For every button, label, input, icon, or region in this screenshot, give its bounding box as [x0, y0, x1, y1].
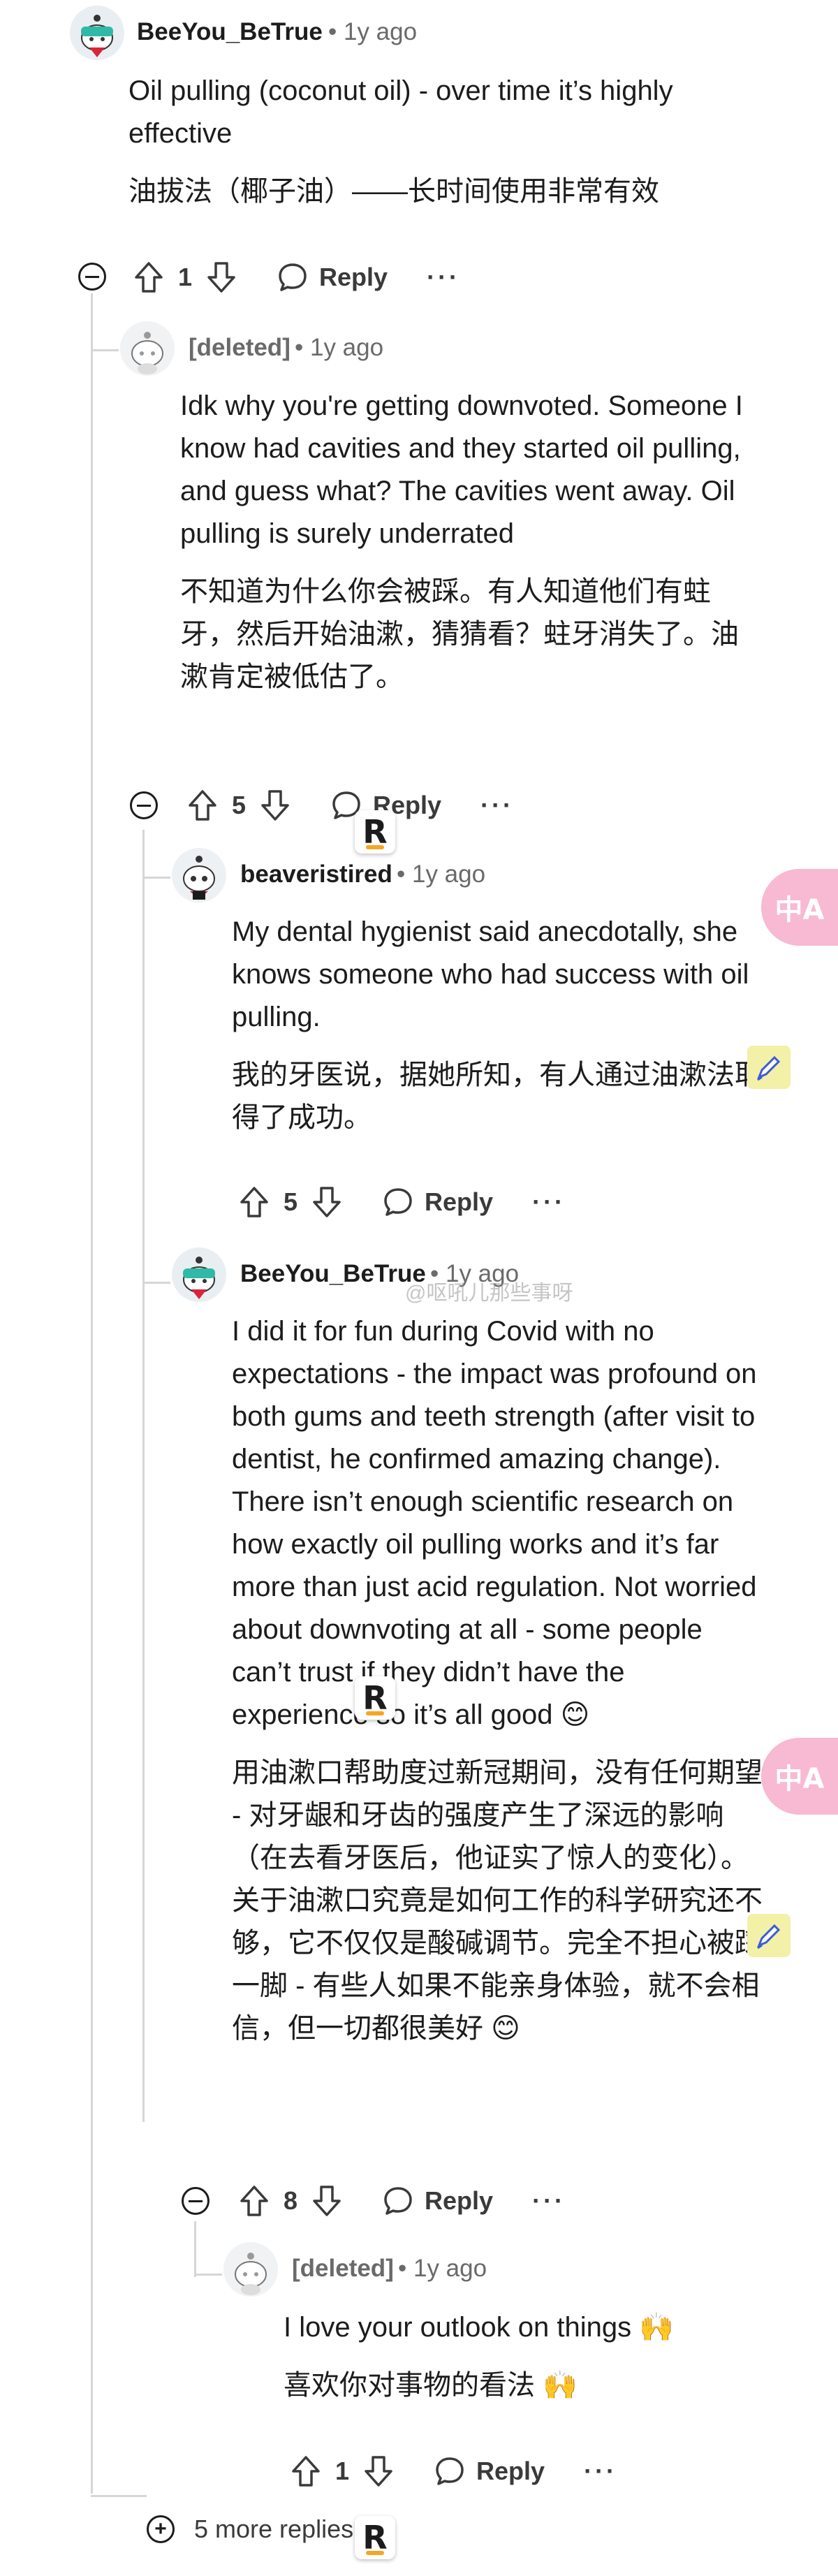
comment-body: Idk why you're getting downvoted. Someon…	[180, 385, 753, 714]
more-replies-button[interactable]: + 5 more replies	[147, 2515, 353, 2544]
overlay-r-badge[interactable]: R	[355, 2516, 395, 2559]
comment-text-en: I love your outlook on things 🙌	[284, 2312, 675, 2343]
downvote-icon[interactable]	[307, 2181, 346, 2220]
avatar[interactable]	[70, 6, 124, 60]
thread-connector	[142, 877, 170, 879]
vote-count: 8	[284, 2186, 298, 2215]
reply-button[interactable]: Reply	[378, 1183, 493, 1222]
thread-connector	[91, 349, 119, 351]
comment-text-en: Oil pulling (coconut oil) - over time it…	[128, 75, 673, 149]
comment-body: Oil pulling (coconut oil) - over time it…	[128, 70, 757, 228]
upvote-icon[interactable]	[183, 786, 222, 825]
username[interactable]: BeeYou_BeTrue	[240, 1260, 426, 1288]
avatar[interactable]	[172, 848, 226, 902]
more-options-button[interactable]: ···	[480, 791, 514, 820]
timestamp: • 1y ago	[398, 2255, 487, 2282]
expand-plus-icon: +	[147, 2515, 175, 2543]
comment-bubble-icon	[430, 2452, 469, 2491]
username: [deleted]	[189, 334, 291, 361]
vote-count: 5	[232, 791, 247, 819]
more-options-button[interactable]: ···	[427, 263, 460, 292]
vote-count: 5	[284, 1187, 298, 1216]
overlay-r-badge[interactable]: R	[355, 1676, 395, 1720]
thread-connector	[194, 2274, 222, 2276]
comment-actions: 8 Reply ···	[235, 2176, 566, 2225]
pen-fab[interactable]	[747, 1046, 791, 1089]
downvote-icon[interactable]	[202, 258, 241, 297]
collapse-minus-icon[interactable]	[182, 2187, 210, 2215]
reply-label: Reply	[425, 1187, 494, 1216]
timestamp: • 1y ago	[295, 334, 384, 361]
comment-text-en: My dental hygienist said anecdotally, sh…	[232, 916, 749, 1032]
comment-actions: 1 Reply ···	[129, 253, 460, 302]
username: [deleted]	[292, 2255, 394, 2282]
upvote-icon[interactable]	[235, 2181, 274, 2220]
comment-bubble-icon	[273, 258, 312, 297]
comment-text-en: I did it for fun during Covid with no ex…	[232, 1316, 757, 1730]
comment-body: My dental hygienist said anecdotally, sh…	[232, 911, 763, 1155]
vote-count: 1	[335, 2457, 350, 2485]
comment-text-en: Idk why you're getting downvoted. Someon…	[180, 390, 743, 549]
downvote-icon[interactable]	[256, 786, 295, 825]
translate-icon: 中A	[774, 1763, 825, 1795]
more-options-button[interactable]: ···	[532, 1187, 566, 1217]
thread-connector	[91, 2495, 147, 2497]
translate-fab[interactable]: 中A	[761, 869, 838, 946]
avatar[interactable]	[120, 321, 175, 376]
watermark: @呕吼儿那些事呀	[405, 1282, 573, 1305]
comment-actions: 1 Reply ···	[286, 2447, 617, 2496]
avatar[interactable]	[223, 2242, 278, 2297]
reply-label: Reply	[425, 2186, 494, 2215]
username[interactable]: BeeYou_BeTrue	[137, 18, 323, 46]
comment-body: I did it for fun during Covid with no ex…	[232, 1310, 764, 2065]
downvote-icon[interactable]	[359, 2452, 398, 2491]
comment-text-zh: 不知道为什么你会被踩。有人知道他们有蛀牙，然后开始油漱，猜猜看？蛀牙消失了。油漱…	[180, 576, 739, 692]
overlay-r-badge[interactable]: R	[355, 810, 395, 854]
reply-button[interactable]: Reply	[430, 2452, 545, 2491]
reply-button[interactable]: Reply	[273, 258, 388, 297]
avatar-snoo-icon	[70, 6, 124, 60]
comment-text-zh: 油拔法（椰子油）——长时间使用非常有效	[128, 176, 659, 207]
thread-line-level-2	[142, 830, 145, 2122]
timestamp: • 1y ago	[397, 861, 486, 888]
thread-connector	[142, 1282, 170, 1284]
pen-icon	[757, 1055, 781, 1081]
upvote-icon[interactable]	[286, 2452, 325, 2491]
avatar-snoo-icon	[223, 2242, 278, 2297]
comment-bubble-icon	[378, 1183, 418, 1222]
more-replies-label: 5 more replies	[194, 2515, 354, 2543]
username[interactable]: beaveristired	[240, 861, 392, 888]
avatar-snoo-icon	[120, 321, 175, 376]
vote-count: 1	[178, 263, 193, 291]
more-options-button[interactable]: ···	[532, 2186, 566, 2216]
upvote-icon[interactable]	[235, 1183, 274, 1222]
comment-actions: 5 Reply ···	[235, 1178, 566, 1227]
comment-bubble-icon	[378, 2181, 418, 2220]
collapse-minus-icon[interactable]	[130, 791, 158, 819]
pen-fab[interactable]	[747, 1914, 791, 1957]
avatar-snoo-icon	[172, 1247, 226, 1302]
translate-fab[interactable]: 中A	[761, 1738, 838, 1815]
comment-actions: 5 Reply ···	[183, 781, 514, 830]
thread-line-level-1	[91, 293, 93, 2494]
comment-text-zh: 用油漱口帮助度过新冠期间，没有任何期望 - 对牙龈和牙齿的强度产生了深远的影响（…	[232, 1757, 763, 2044]
reply-label: Reply	[476, 2457, 545, 2485]
pen-icon	[757, 1924, 781, 1949]
reply-button[interactable]: Reply	[378, 2181, 493, 2220]
timestamp: • 1y ago	[328, 18, 418, 45]
downvote-icon[interactable]	[307, 1183, 346, 1222]
avatar-snoo-icon	[172, 848, 226, 902]
comment-body: I love your outlook on things 🙌 喜欢你对事物的看…	[284, 2306, 758, 2422]
avatar[interactable]	[172, 1247, 226, 1302]
thread-line-level-3b	[194, 2221, 196, 2277]
collapse-minus-icon[interactable]	[78, 263, 106, 291]
comment-text-zh: 我的牙医说，据她所知，有人通过油漱法取得了成功。	[232, 1060, 763, 1133]
comment-text-zh: 喜欢你对事物的看法 🙌	[284, 2370, 578, 2401]
reply-label: Reply	[319, 263, 388, 291]
upvote-icon[interactable]	[129, 258, 168, 297]
translate-icon: 中A	[774, 894, 825, 926]
more-options-button[interactable]: ···	[584, 2457, 617, 2486]
